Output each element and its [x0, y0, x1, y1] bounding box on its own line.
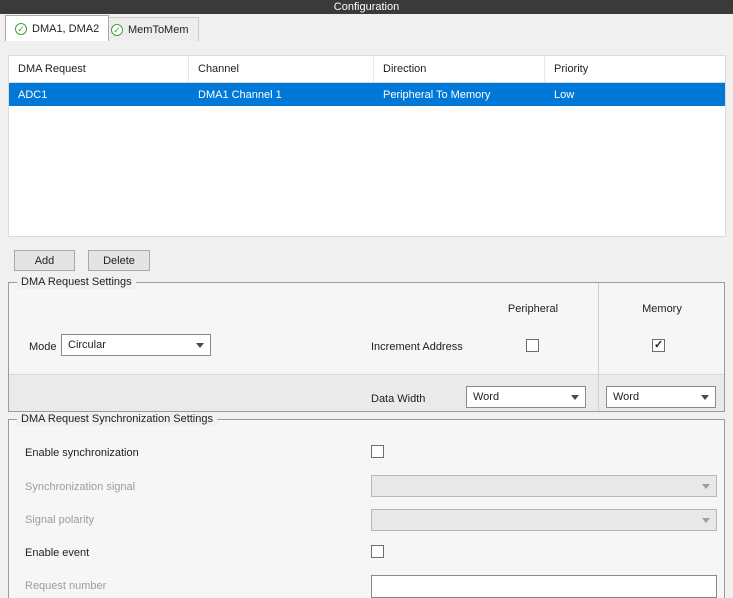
column-header-channel: Channel — [189, 56, 374, 82]
mode-select-value: Circular — [68, 339, 106, 351]
increment-address-peripheral-checkbox — [526, 339, 539, 352]
signal-polarity-label: Signal polarity — [25, 514, 95, 526]
tab-label: DMA1, DMA2 — [32, 22, 100, 35]
chevron-down-icon — [196, 343, 204, 348]
cell-channel: DMA1 Channel 1 — [198, 88, 282, 101]
tab-label: MemToMem — [128, 23, 189, 36]
cell-dma-request: ADC1 — [18, 88, 48, 101]
add-button[interactable]: Add — [14, 250, 75, 271]
enable-synchronization-label: Enable synchronization — [25, 447, 139, 459]
memory-column-header: Memory — [642, 303, 682, 315]
cell-priority: Low — [554, 88, 575, 101]
request-number-label: Request number — [25, 580, 107, 592]
table-row[interactable]: ADC1 DMA1 Channel 1 Peripheral To Memory… — [9, 83, 725, 106]
enable-event-label: Enable event — [25, 547, 90, 559]
ok-check-icon: ✓ — [111, 23, 123, 36]
cell-direction: Peripheral To Memory — [383, 88, 491, 101]
dma-request-table: DMA Request Channel Direction Priority A… — [8, 55, 726, 237]
synchronization-signal-select — [371, 475, 717, 497]
data-width-memory-value: Word — [613, 391, 640, 403]
tab-memtomem[interactable]: ✓ MemToMem — [101, 17, 199, 41]
column-divider — [598, 283, 599, 411]
column-header-priority: Priority — [554, 63, 589, 75]
ok-check-icon: ✓ — [15, 22, 27, 35]
increment-address-memory-checkbox[interactable] — [652, 338, 665, 352]
window-title: Configuration — [0, 0, 733, 14]
request-number-input — [371, 575, 717, 598]
table-header-row: DMA Request Channel Direction Priority — [9, 56, 725, 83]
peripheral-column-header: Peripheral — [507, 303, 559, 315]
column-header-direction: Direction — [374, 56, 545, 82]
data-width-peripheral-value: Word — [473, 391, 500, 403]
chevron-down-icon — [571, 395, 579, 400]
configuration-panel: Configuration ✓ DMA1, DMA2 ✓ MemToMem DM… — [0, 0, 733, 598]
group-title: DMA Request Synchronization Settings — [17, 412, 217, 426]
data-width-label: Data Width — [371, 393, 426, 405]
enable-event-checkbox[interactable] — [371, 545, 384, 558]
column-header-dma-request: DMA Request — [9, 56, 189, 82]
data-width-memory-select[interactable]: Word — [606, 386, 716, 408]
enable-synchronization-checkbox[interactable] — [371, 445, 384, 458]
mode-select[interactable]: Circular — [61, 334, 211, 356]
chevron-down-icon — [701, 395, 709, 400]
signal-polarity-select — [371, 509, 717, 531]
mode-label: Mode — [29, 341, 57, 353]
chevron-down-icon — [702, 518, 710, 523]
synchronization-signal-label: Synchronization signal — [25, 481, 136, 493]
increment-address-label: Increment Address — [371, 341, 463, 353]
delete-button[interactable]: Delete — [88, 250, 150, 271]
dma-request-sync-settings-group: DMA Request Synchronization Settings Ena… — [8, 412, 725, 598]
data-width-peripheral-select[interactable]: Word — [466, 386, 586, 408]
chevron-down-icon — [702, 484, 710, 489]
dma-request-settings-group: DMA Request Settings Peripheral Memory M… — [8, 275, 725, 412]
group-title: DMA Request Settings — [17, 275, 136, 289]
tab-dma1-dma2[interactable]: ✓ DMA1, DMA2 — [5, 15, 110, 41]
